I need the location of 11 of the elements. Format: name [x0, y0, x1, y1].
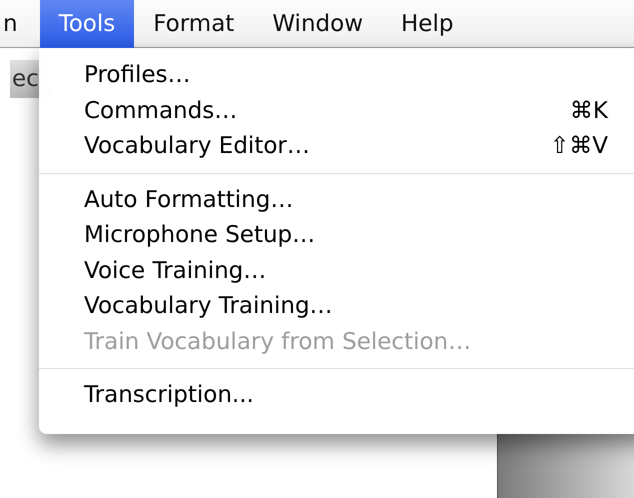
menu-item[interactable]: Auto Formatting…	[39, 182, 634, 218]
menu-item[interactable]: Microphone Setup…	[39, 218, 634, 254]
menu-item[interactable]: Voice Training…	[39, 254, 634, 289]
menu-title[interactable]: Tools	[40, 0, 134, 48]
menu-item[interactable]: Transcription...	[39, 378, 634, 414]
menu-title[interactable]: Help	[382, 0, 472, 48]
menu-item[interactable]: Vocabulary Editor… ⇧⌘V	[39, 129, 634, 164]
menu-title[interactable]: Window	[253, 0, 382, 48]
menu-title[interactable]: n	[0, 0, 40, 48]
menu-item[interactable]: Vocabulary Training…	[39, 289, 634, 324]
menu-title[interactable]: Format	[134, 0, 254, 48]
